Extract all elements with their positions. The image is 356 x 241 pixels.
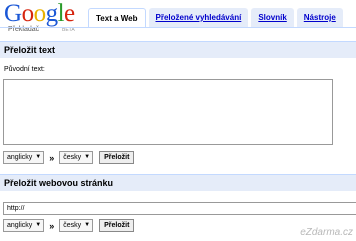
web-translate-controls: anglicky ▼ » česky ▼ Přeložit [3,219,135,232]
url-input[interactable] [3,202,356,215]
logo-letter: G [4,0,22,27]
chevron-down-icon: ▼ [84,222,91,228]
chevron-down-icon: ▼ [35,222,42,228]
tab-divider [0,27,356,28]
logo-letter: g [45,0,59,27]
chevron-down-icon: ▼ [35,154,42,160]
google-translate-logo: Google Překladač BETA [4,1,84,37]
target-language-select[interactable]: česky ▼ [59,151,94,164]
direction-arrow-icon: » [49,152,55,163]
source-text-label: Původní text: [4,66,45,73]
translate-webpage-button[interactable]: Přeložit [99,219,135,232]
tab-tools[interactable]: Nástroje [296,8,343,28]
source-text-input[interactable] [3,79,333,145]
tab-text-and-web[interactable]: Text a Web [88,8,146,28]
tab-translated-search[interactable]: Přeložené vyhledávání [148,8,249,28]
target-language-value: česky [63,154,82,161]
web-target-language-select[interactable]: česky ▼ [59,219,94,232]
web-source-language-select[interactable]: anglicky ▼ [3,219,45,232]
web-target-language-value: česky [63,222,82,229]
translate-text-button[interactable]: Přeložit [99,151,135,164]
direction-arrow-icon: » [49,220,55,231]
text-translate-controls: anglicky ▼ » česky ▼ Přeložit [3,151,135,164]
chevron-down-icon: ▼ [84,154,91,160]
tab-dictionary[interactable]: Slovník [251,8,294,28]
web-source-language-value: anglicky [7,222,33,229]
logo-letter: o [33,0,47,27]
translate-text-header: Přeložit text [0,41,356,58]
tab-bar: Text a Web Přeložené vyhledávání Slovník… [88,8,346,28]
google-wordmark: Google [4,1,75,27]
logo-letter: e [64,0,75,27]
translate-webpage-header: Přeložit webovou stránku [0,174,356,191]
logo-letter: o [21,0,35,27]
watermark: eZdarma.cz [300,227,353,238]
source-language-value: anglicky [7,154,33,161]
source-language-select[interactable]: anglicky ▼ [3,151,45,164]
